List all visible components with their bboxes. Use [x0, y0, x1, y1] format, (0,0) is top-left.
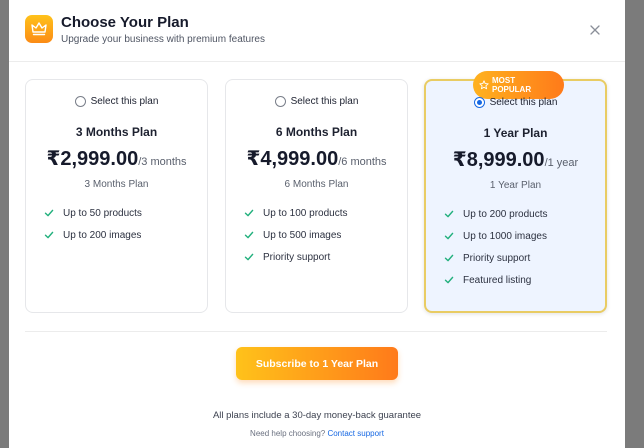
modal-title: Choose Your Plan — [61, 14, 189, 31]
check-icon — [44, 209, 54, 217]
check-icon — [444, 254, 454, 262]
check-icon — [444, 232, 454, 240]
plan-period: /3 months — [138, 156, 187, 168]
divider — [25, 331, 607, 332]
plan-period: /6 months — [338, 156, 387, 168]
plan-name: 1 Year Plan — [483, 126, 548, 140]
plan-price-row: ₹4,999.00/6 months — [226, 146, 407, 171]
feature-item: Priority support — [244, 246, 348, 268]
feature-item: Up to 100 products — [244, 202, 348, 224]
feature-item: Up to 500 images — [244, 224, 348, 246]
plan-caption: 1 Year Plan — [489, 180, 542, 191]
check-icon — [244, 209, 254, 217]
modal-header: Choose Your Plan Upgrade your business w… — [9, 0, 625, 62]
check-icon — [244, 253, 254, 261]
feature-item: Up to 50 products — [44, 202, 142, 224]
crown-icon — [25, 15, 53, 43]
plan-price: ₹2,999.00 — [46, 148, 139, 170]
plan-card-3-months[interactable]: Select this plan 3 Months Plan ₹2,999.00… — [25, 79, 208, 313]
plan-features: Up to 100 products Up to 500 images Prio… — [244, 202, 348, 268]
close-icon — [590, 25, 600, 35]
plan-features: Up to 200 products Up to 1000 images Pri… — [444, 203, 548, 291]
feature-item: Up to 1000 images — [444, 225, 548, 247]
feature-text: Priority support — [263, 251, 331, 263]
check-icon — [444, 210, 454, 218]
plan-radio[interactable] — [74, 96, 86, 107]
check-icon — [244, 231, 254, 239]
plan-radio[interactable] — [274, 96, 286, 107]
help-text: Need help choosing? — [250, 429, 326, 438]
plan-price: ₹8,999.00 — [452, 149, 545, 171]
modal-subtitle: Upgrade your business with premium featu… — [61, 34, 265, 45]
check-icon — [44, 231, 54, 239]
feature-item: Up to 200 products — [444, 203, 548, 225]
plan-price: ₹4,999.00 — [246, 148, 339, 170]
badge-text: MOST POPULAR — [492, 76, 532, 94]
plan-card-1-year[interactable]: MOST POPULAR Select this plan 1 Year Pla… — [424, 71, 607, 313]
feature-text: Up to 100 products — [263, 207, 348, 219]
check-icon — [444, 276, 454, 284]
feature-text: Up to 200 images — [63, 229, 142, 241]
plan-select-radio-row[interactable]: Select this plan — [226, 96, 407, 107]
plan-select-label: Select this plan — [90, 96, 159, 107]
star-icon — [479, 80, 489, 90]
plan-caption: 6 Months Plan — [284, 179, 349, 190]
plan-card-6-months[interactable]: Select this plan 6 Months Plan ₹4,999.00… — [225, 79, 408, 313]
most-popular-badge: MOST POPULAR — [473, 71, 564, 99]
plan-name: 6 Months Plan — [275, 125, 358, 139]
plan-select-radio-row[interactable]: Select this plan — [426, 97, 605, 108]
plan-select-radio-row[interactable]: Select this plan — [26, 96, 207, 107]
plan-price-row: ₹8,999.00/1 year — [426, 147, 605, 172]
feature-text: Up to 200 products — [463, 208, 548, 220]
feature-item: Up to 200 images — [44, 224, 142, 246]
plan-caption: 3 Months Plan — [84, 179, 149, 190]
plan-price-row: ₹2,999.00/3 months — [26, 146, 207, 171]
guarantee-text: All plans include a 30-day money-back gu… — [212, 410, 422, 421]
help-row: Need help choosing? Contact support — [9, 429, 625, 438]
feature-text: Priority support — [463, 252, 531, 264]
plan-features: Up to 50 products Up to 200 images — [44, 202, 142, 246]
feature-text: Up to 500 images — [263, 229, 342, 241]
plan-select-label: Select this plan — [290, 96, 359, 107]
feature-text: Up to 1000 images — [463, 230, 547, 242]
subscribe-button[interactable]: Subscribe to 1 Year Plan — [236, 347, 398, 380]
plan-radio-selected[interactable] — [473, 97, 485, 108]
choose-plan-modal: Choose Your Plan Upgrade your business w… — [9, 0, 625, 448]
feature-text: Up to 50 products — [63, 207, 142, 219]
feature-item: Featured listing — [444, 269, 548, 291]
plans-grid: Select this plan 3 Months Plan ₹2,999.00… — [9, 62, 625, 332]
plan-period: /1 year — [544, 157, 579, 169]
feature-text: Featured listing — [463, 274, 532, 286]
plan-select-label: Select this plan — [489, 97, 558, 108]
contact-support-link[interactable]: Contact support — [327, 429, 383, 438]
plan-name: 3 Months Plan — [75, 125, 158, 139]
close-button[interactable] — [585, 20, 605, 40]
feature-item: Priority support — [444, 247, 548, 269]
